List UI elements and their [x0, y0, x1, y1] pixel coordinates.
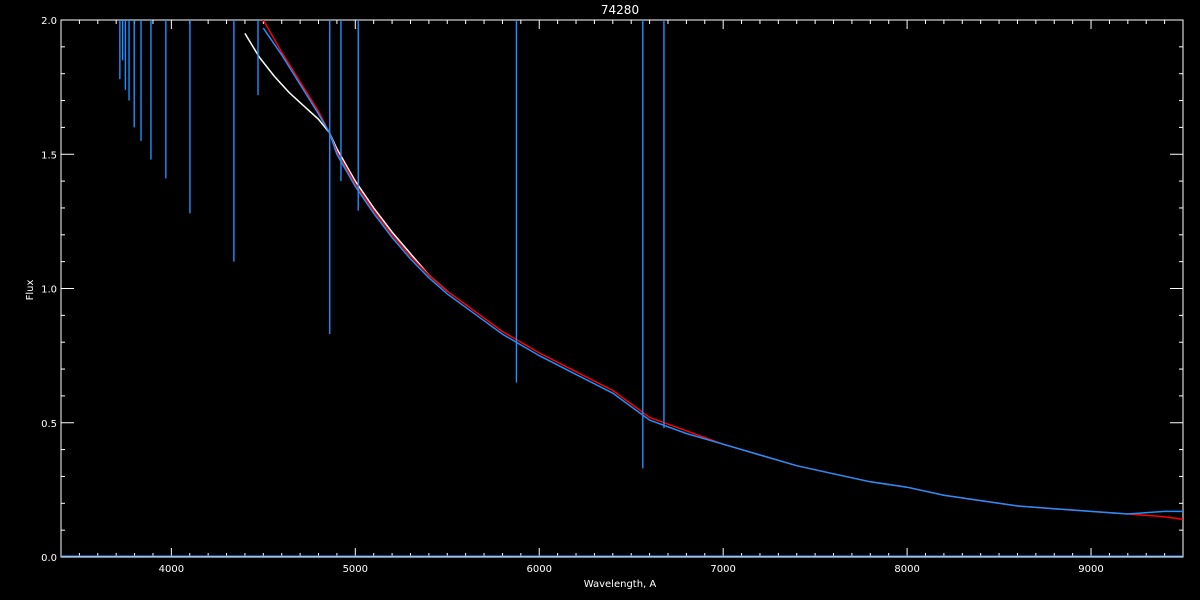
x-tick-label: 8000 [894, 564, 919, 575]
spectrum-chart: 74280 Wavelength, A Flux 4000 5000 6000 700… [0, 0, 1200, 600]
x-axis-title: Wavelength, A [584, 579, 657, 590]
series-red-line [262, 20, 1183, 521]
series-blue-line [262, 27, 1183, 515]
x-tick-label: 7000 [710, 564, 735, 575]
y-tick-label: 1.5 [41, 150, 57, 161]
x-tick-label: 4000 [159, 564, 184, 575]
y-tick-label: 0.5 [41, 419, 57, 430]
plot-area: 4000 5000 6000 7000 8000 9000 0.0 0.5 1.0 1.5 2.0 [41, 16, 1184, 575]
plot-frame [60, 19, 1184, 558]
y-axis-title: Flux [25, 280, 36, 301]
x-tick-label: 9000 [1078, 564, 1103, 575]
chart-svg: 74280 Wavelength, A Flux 4000 5000 6000 700… [25, 3, 1184, 590]
y-tick-label: 1.0 [41, 285, 57, 296]
x-tick-label: 6000 [527, 564, 552, 575]
series-white-line [244, 33, 448, 292]
chart-title: 74280 [601, 3, 639, 17]
y-tick-label: 0.0 [41, 553, 57, 564]
x-tick-label: 5000 [343, 564, 368, 575]
y-tick-label: 2.0 [41, 16, 57, 27]
